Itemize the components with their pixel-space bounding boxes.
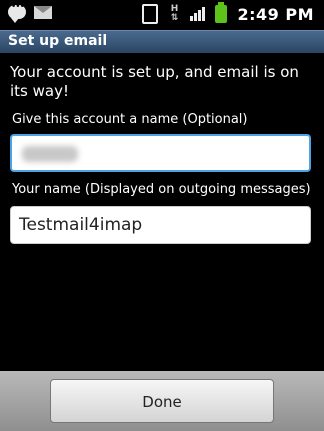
account-name-label: Give this account a name (Optional) (12, 112, 248, 127)
hplus-icon: H ⇅ (170, 4, 179, 23)
system-icons: H ⇅ 2:49 PM (142, 2, 314, 24)
clock: 2:49 PM (237, 4, 314, 24)
account-name-field[interactable]: email (10, 134, 311, 172)
account-name-value: email (22, 146, 78, 162)
done-button[interactable]: Done (50, 379, 274, 423)
title-bar: Set up email (0, 30, 324, 53)
status-bar: H⇅ 2:49 PM (0, 0, 324, 30)
notification-icons (8, 2, 52, 23)
your-name-value: Testmail4imap (19, 215, 143, 235)
your-name-label: Your name (Displayed on outgoing message… (12, 182, 311, 197)
your-name-field[interactable]: Testmail4imap (10, 206, 311, 244)
page-title: Set up email (8, 33, 108, 49)
signal-icon (190, 7, 206, 21)
setup-message: Your account is set up, and email is on … (10, 63, 299, 100)
battery-icon (215, 2, 228, 23)
bottom-bar: Done (0, 371, 324, 431)
network-label: H (170, 4, 179, 14)
vibrate-icon (142, 4, 159, 24)
mail-icon (34, 5, 52, 19)
talk-icon (8, 2, 26, 23)
